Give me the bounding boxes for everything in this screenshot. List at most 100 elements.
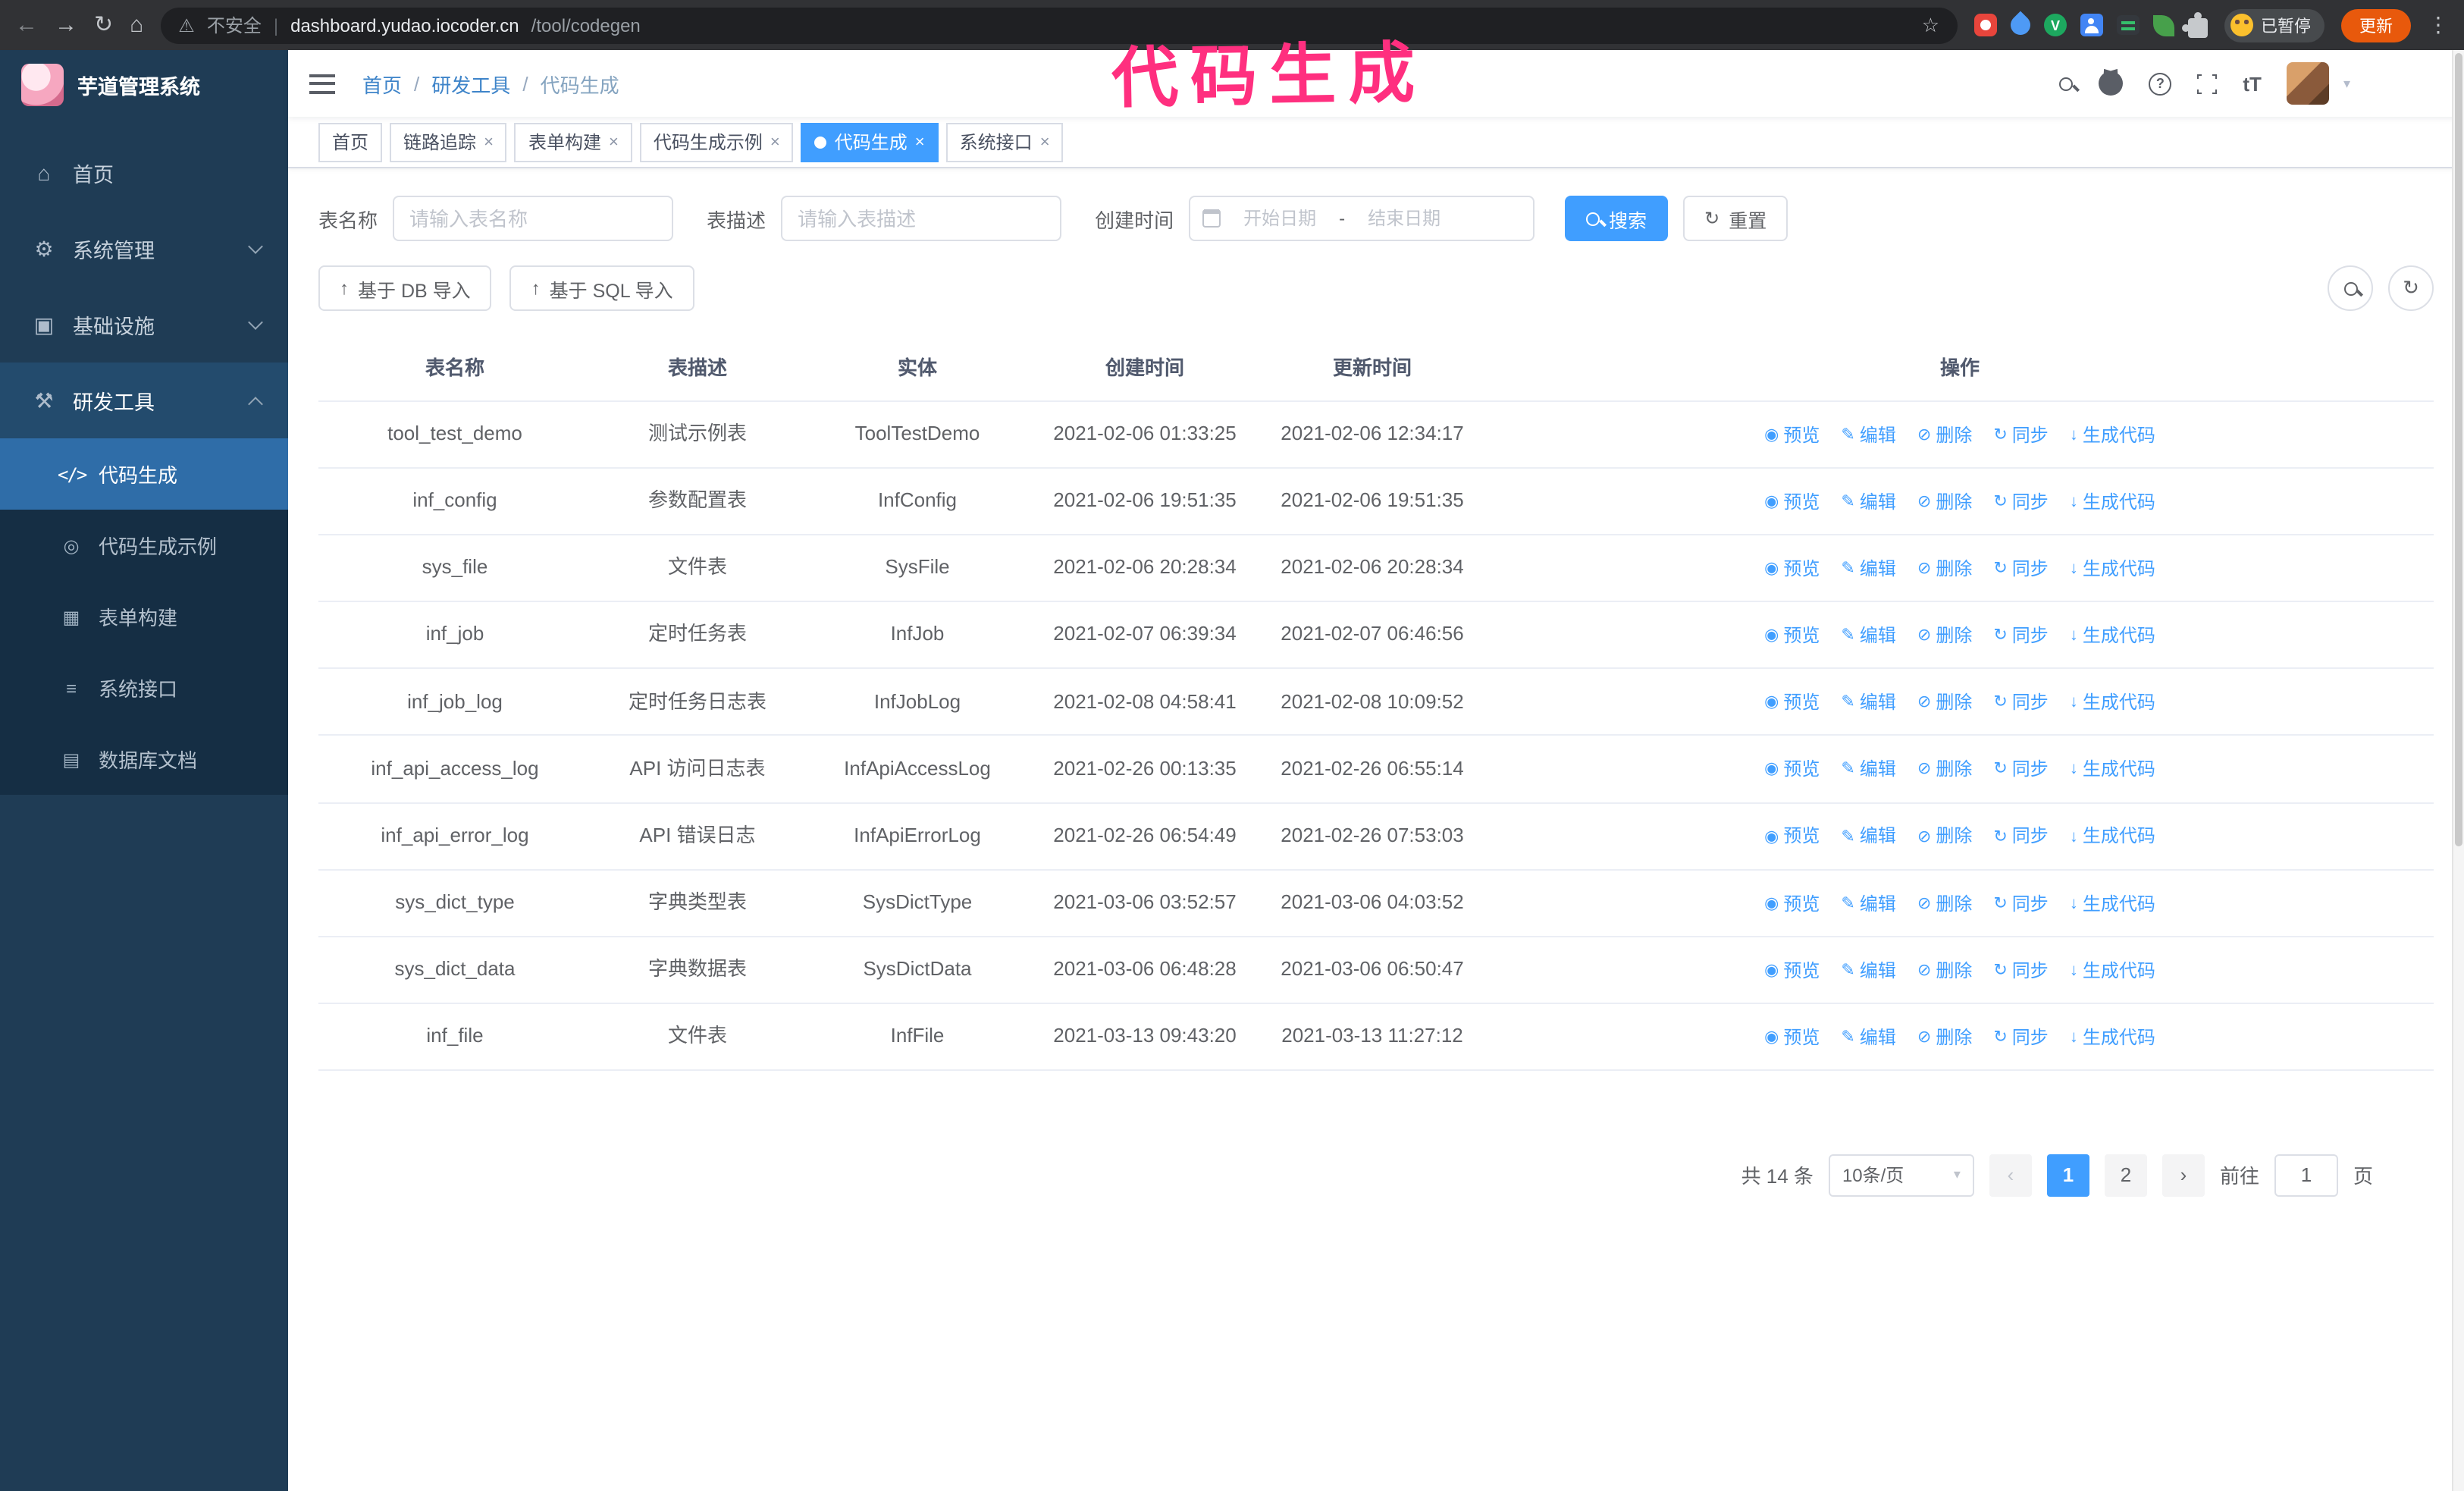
page-size-select[interactable]: 10条/页 ▾ [1828, 1154, 1974, 1197]
tab-codegen[interactable]: 代码生成 × [801, 122, 939, 162]
browser-menu-kebab-icon[interactable]: ⋮ [2428, 12, 2449, 38]
edit-action[interactable]: ✎ 编辑 [1841, 756, 1895, 785]
delete-action[interactable]: ⊘ 删除 [1917, 1024, 1972, 1053]
edit-action[interactable]: ✎ 编辑 [1841, 1024, 1895, 1053]
browser-update-button[interactable]: 更新 [2341, 8, 2411, 42]
delete-action[interactable]: ⊘ 删除 [1917, 422, 1972, 450]
generate-code-action[interactable]: ↓ 生成代码 [2070, 488, 2155, 517]
table-desc-input[interactable] [781, 196, 1062, 241]
preview-action[interactable]: ◉ 预览 [1764, 890, 1820, 918]
font-size-icon[interactable]: tT [2243, 72, 2262, 95]
scrollbar[interactable] [2452, 50, 2464, 1491]
breadcrumb-home[interactable]: 首页 [362, 69, 402, 98]
import-sql-button[interactable]: ↑ 基于 SQL 导入 [509, 265, 694, 311]
import-db-button[interactable]: ↑ 基于 DB 导入 [318, 265, 492, 311]
sidebar-subitem-codegen[interactable]: </> 代码生成 [0, 438, 288, 510]
bookmark-star-icon[interactable]: ☆ [1922, 13, 1939, 37]
sidebar-subitem-db-doc[interactable]: ▤ 数据库文档 [0, 724, 288, 795]
delete-action[interactable]: ⊘ 删除 [1917, 488, 1972, 517]
profile-chip[interactable]: 已暂停 [2224, 8, 2324, 42]
edit-action[interactable]: ✎ 编辑 [1841, 890, 1895, 918]
address-bar[interactable]: ⚠ 不安全 | dashboard.yudao.iocoder.cn/tool/… [160, 7, 1958, 43]
sync-action[interactable]: ↻ 同步 [1993, 488, 2048, 517]
generate-code-action[interactable]: ↓ 生成代码 [2070, 756, 2155, 785]
table-name-input[interactable] [393, 196, 674, 241]
close-icon[interactable]: × [915, 133, 925, 151]
preview-action[interactable]: ◉ 预览 [1764, 689, 1820, 718]
search-icon[interactable] [2059, 77, 2074, 90]
next-page-button[interactable]: › [2161, 1154, 2205, 1197]
sync-action[interactable]: ↻ 同步 [1993, 956, 2048, 985]
sidebar-item-system-management[interactable]: ⚙ 系统管理 [0, 211, 288, 287]
tab-trace[interactable]: 链路追踪 × [390, 122, 507, 162]
sync-action[interactable]: ↻ 同步 [1993, 422, 2048, 450]
generate-code-action[interactable]: ↓ 生成代码 [2070, 622, 2155, 651]
sidebar-item-infrastructure[interactable]: ▣ 基础设施 [0, 287, 288, 363]
close-icon[interactable]: × [770, 133, 780, 151]
generate-code-action[interactable]: ↓ 生成代码 [2070, 956, 2155, 985]
generate-code-action[interactable]: ↓ 生成代码 [2070, 823, 2155, 852]
tab-home[interactable]: 首页 [318, 122, 383, 162]
scrollbar-thumb[interactable] [2455, 53, 2462, 846]
page-button-2[interactable]: 2 [2104, 1154, 2147, 1197]
github-icon[interactable] [2099, 71, 2124, 96]
delete-action[interactable]: ⊘ 删除 [1917, 890, 1972, 918]
edit-action[interactable]: ✎ 编辑 [1841, 488, 1895, 517]
extension-screen-icon[interactable] [2117, 15, 2140, 35]
preview-action[interactable]: ◉ 预览 [1764, 1024, 1820, 1053]
generate-code-action[interactable]: ↓ 生成代码 [2070, 689, 2155, 718]
sidebar-item-dev-tools[interactable]: ⚒ 研发工具 [0, 363, 288, 438]
preview-action[interactable]: ◉ 预览 [1764, 823, 1820, 852]
search-button[interactable]: 搜索 [1565, 196, 1669, 241]
sync-action[interactable]: ↻ 同步 [1993, 1024, 2048, 1053]
caret-down-icon[interactable]: ▾ [2343, 75, 2350, 92]
extension-green-v-icon[interactable] [2044, 14, 2067, 36]
reload-icon[interactable]: ↻ [94, 14, 113, 36]
tab-codegen-example[interactable]: 代码生成示例 × [639, 122, 794, 162]
extensions-puzzle-icon[interactable] [2182, 11, 2208, 37]
edit-action[interactable]: ✎ 编辑 [1841, 622, 1895, 651]
close-icon[interactable]: × [609, 133, 619, 151]
edit-action[interactable]: ✎ 编辑 [1841, 555, 1895, 584]
avatar[interactable] [2287, 62, 2330, 105]
reset-button[interactable]: ↻ 重置 [1683, 196, 1788, 241]
prev-page-button[interactable]: ‹ [1989, 1154, 2032, 1197]
delete-action[interactable]: ⊘ 删除 [1917, 689, 1972, 718]
delete-action[interactable]: ⊘ 删除 [1917, 555, 1972, 584]
preview-action[interactable]: ◉ 预览 [1764, 488, 1820, 517]
edit-action[interactable]: ✎ 编辑 [1841, 956, 1895, 985]
sync-action[interactable]: ↻ 同步 [1993, 689, 2048, 718]
preview-action[interactable]: ◉ 预览 [1764, 422, 1820, 450]
back-icon[interactable]: ← [15, 14, 38, 36]
delete-action[interactable]: ⊘ 删除 [1917, 823, 1972, 852]
sync-action[interactable]: ↻ 同步 [1993, 890, 2048, 918]
edit-action[interactable]: ✎ 编辑 [1841, 689, 1895, 718]
sync-action[interactable]: ↻ 同步 [1993, 823, 2048, 852]
extension-drop-icon[interactable] [2006, 11, 2035, 39]
generate-code-action[interactable]: ↓ 生成代码 [2070, 422, 2155, 450]
preview-action[interactable]: ◉ 预览 [1764, 756, 1820, 785]
tab-system-api[interactable]: 系统接口 × [945, 122, 1064, 162]
delete-action[interactable]: ⊘ 删除 [1917, 956, 1972, 985]
generate-code-action[interactable]: ↓ 生成代码 [2070, 890, 2155, 918]
home-icon[interactable]: ⌂ [130, 14, 143, 36]
refresh-table-button[interactable]: ↻ [2388, 265, 2434, 311]
sidebar-subitem-form-builder[interactable]: ▦ 表单构建 [0, 581, 288, 652]
fullscreen-icon[interactable] [2195, 71, 2220, 96]
sidebar-subitem-codegen-example[interactable]: ◎ 代码生成示例 [0, 510, 288, 581]
sidebar-subitem-system-api[interactable]: ≡ 系统接口 [0, 652, 288, 724]
forward-icon[interactable]: → [55, 14, 77, 36]
sidebar-item-home[interactable]: ⌂ 首页 [0, 135, 288, 211]
extension-leaf-icon[interactable] [2153, 14, 2174, 36]
breadcrumb-dev-tools[interactable]: 研发工具 [431, 69, 510, 98]
sync-action[interactable]: ↻ 同步 [1993, 622, 2048, 651]
delete-action[interactable]: ⊘ 删除 [1917, 756, 1972, 785]
tab-form-builder[interactable]: 表单构建 × [514, 122, 632, 162]
edit-action[interactable]: ✎ 编辑 [1841, 422, 1895, 450]
sync-action[interactable]: ↻ 同步 [1993, 555, 2048, 584]
page-button-1[interactable]: 1 [2046, 1154, 2089, 1197]
generate-code-action[interactable]: ↓ 生成代码 [2070, 555, 2155, 584]
start-date-input[interactable] [1230, 208, 1331, 229]
close-icon[interactable]: × [1040, 133, 1050, 151]
date-range-picker[interactable]: - [1189, 196, 1535, 241]
